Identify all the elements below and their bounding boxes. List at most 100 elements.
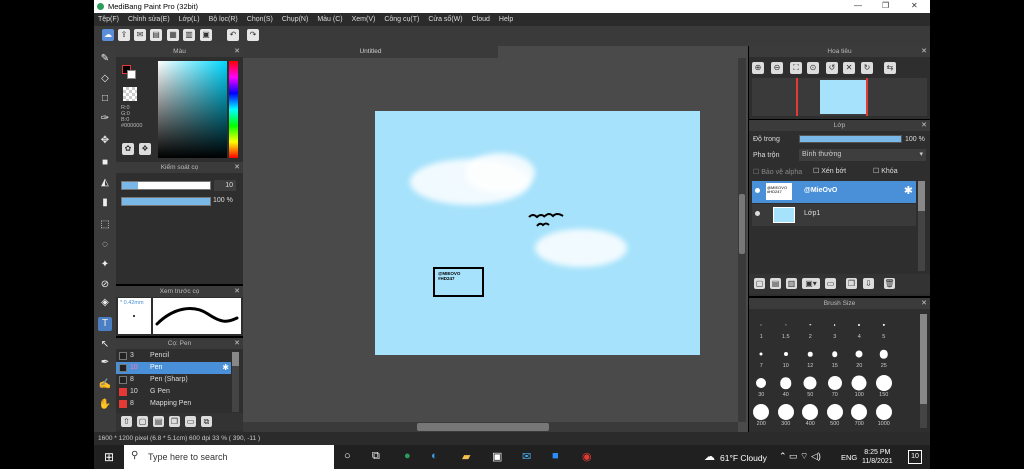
- export-brush-icon[interactable]: ⧉: [201, 416, 212, 427]
- brush-size-slider[interactable]: [121, 181, 211, 190]
- delete-layer-icon[interactable]: 🗑: [884, 278, 895, 289]
- brush-size-option[interactable]: 2: [798, 314, 823, 340]
- lasso-tool-icon[interactable]: ◌: [98, 238, 112, 252]
- eyedropper-tool-icon[interactable]: ✒: [98, 356, 112, 370]
- brush-size-option[interactable]: 500: [823, 401, 848, 427]
- notification-badge[interactable]: 10: [908, 450, 922, 464]
- grid-icon[interactable]: ▥: [183, 29, 195, 41]
- brush-tool-icon[interactable]: ✎: [98, 52, 112, 66]
- brush-size-option[interactable]: 20: [847, 343, 872, 369]
- clock[interactable]: 8:25 PM 11/8/2021: [862, 448, 893, 466]
- brush-size-option[interactable]: 200: [749, 401, 774, 427]
- menu-edit[interactable]: Chỉnh sửa(E): [128, 16, 170, 23]
- new-layer-8bit-icon[interactable]: ▤: [770, 278, 781, 289]
- layer-row-1[interactable]: @MIEOVO #HD247 @MieOvO ✱: [752, 181, 916, 203]
- file-explorer-icon[interactable]: ▰: [462, 450, 470, 463]
- brush-size-option[interactable]: 1: [749, 314, 774, 340]
- brush-opacity-value[interactable]: 100 %: [213, 197, 233, 204]
- drawing-canvas[interactable]: @MIEOVO #HD247: [375, 111, 700, 355]
- panel-close-icon[interactable]: ✕: [234, 286, 240, 297]
- add-brush-icon[interactable]: ⇧: [121, 416, 132, 427]
- brush-size-option[interactable]: 700: [847, 401, 872, 427]
- eraser-tool-icon[interactable]: ◇: [98, 72, 112, 86]
- panel-close-icon[interactable]: ✕: [921, 298, 927, 309]
- medibang-taskbar-icon[interactable]: ●: [404, 450, 411, 462]
- fit-icon[interactable]: ⛶: [790, 62, 802, 74]
- gear-icon[interactable]: ✱: [222, 362, 229, 374]
- brush-size-value[interactable]: 10: [214, 180, 236, 191]
- brush-item-pen[interactable]: 10 Pen ✱: [116, 362, 231, 374]
- brush-size-option[interactable]: 25: [872, 343, 897, 369]
- brush-size-option[interactable]: 150: [872, 372, 897, 398]
- select-tool-icon[interactable]: ⬚: [98, 218, 112, 232]
- brush-size-option[interactable]: 7: [749, 343, 774, 369]
- select-pen-icon[interactable]: ⊘: [98, 278, 112, 292]
- upload-icon[interactable]: ⇪: [118, 29, 130, 41]
- menu-snap[interactable]: Chụp(N): [282, 16, 308, 23]
- brush-size-option[interactable]: 1000: [872, 401, 897, 427]
- background-color-swatch[interactable]: [127, 70, 136, 79]
- operation-tool-icon[interactable]: ↖: [98, 338, 112, 352]
- brush-size-option[interactable]: 15: [823, 343, 848, 369]
- panel-close-icon[interactable]: ✕: [921, 46, 927, 57]
- brush-size-option[interactable]: 300: [774, 401, 799, 427]
- eye-icon[interactable]: [755, 188, 760, 193]
- transparent-color-swatch[interactable]: [123, 87, 137, 101]
- film-icon[interactable]: ▦: [167, 29, 179, 41]
- layer-folder-icon[interactable]: ▭: [825, 278, 836, 289]
- brush-size-option[interactable]: 30: [749, 372, 774, 398]
- select-eraser-icon[interactable]: ◈: [98, 296, 112, 310]
- brush-list-scrollbar[interactable]: [232, 352, 239, 412]
- language-indicator[interactable]: ENG: [841, 453, 857, 462]
- task-view-icon[interactable]: ⧉: [372, 450, 380, 463]
- bucket-tool-icon[interactable]: ◭: [98, 176, 112, 190]
- menu-tools[interactable]: Công cụ(T): [384, 16, 419, 23]
- edge-icon[interactable]: ◐: [431, 450, 438, 462]
- brush-size-option[interactable]: 4: [847, 314, 872, 340]
- select-pen-tool-icon[interactable]: ✑: [98, 112, 112, 126]
- brush-size-option[interactable]: 10: [774, 343, 799, 369]
- brush-size-option[interactable]: 1.5: [774, 314, 799, 340]
- new-brush-icon[interactable]: ▢: [137, 416, 148, 427]
- add-layer-menu-icon[interactable]: ▣▾: [802, 278, 820, 289]
- chrome-icon[interactable]: ◉: [582, 450, 592, 463]
- brush-item-pencil[interactable]: 3 Pencil: [116, 350, 231, 362]
- clipping-checkbox[interactable]: ☐ Xén bớt: [813, 167, 846, 175]
- tray-icons[interactable]: ⌃ ▭ ⌔ ◁): [779, 451, 821, 462]
- color-saturation-picker[interactable]: [158, 61, 227, 158]
- menu-filter[interactable]: Bộ lọc(R): [209, 16, 238, 23]
- taskbar-search[interactable]: ⚲ Type here to search: [124, 445, 334, 469]
- store-icon[interactable]: ▣: [492, 450, 502, 463]
- menu-cloud[interactable]: Cloud: [472, 16, 490, 23]
- brush-size-option[interactable]: 70: [823, 372, 848, 398]
- rectangle-tool-icon[interactable]: □: [98, 92, 112, 106]
- brush-size-option[interactable]: 100: [847, 372, 872, 398]
- panel-close-icon[interactable]: ✕: [234, 338, 240, 349]
- mail-icon[interactable]: ✉: [522, 450, 531, 463]
- panel-close-icon[interactable]: ✕: [234, 46, 240, 57]
- page-icon[interactable]: ▣: [200, 29, 212, 41]
- protect-alpha-checkbox[interactable]: ☐ Bảo vệ alpha: [753, 168, 802, 176]
- layer-row-2[interactable]: Lớp1: [752, 204, 916, 226]
- eye-icon[interactable]: [755, 211, 760, 216]
- menu-color[interactable]: Màu (C): [317, 16, 342, 23]
- canvas-horizontal-scrollbar[interactable]: [243, 422, 738, 432]
- navigator-thumbnail[interactable]: [752, 78, 927, 116]
- fullscreen-icon[interactable]: ✕: [843, 62, 855, 74]
- duplicate-brush-icon[interactable]: ❐: [169, 416, 180, 427]
- magic-wand-icon[interactable]: ✦: [98, 258, 112, 272]
- menu-layer[interactable]: Lớp(L): [179, 16, 200, 23]
- rotate-left-icon[interactable]: ↺: [826, 62, 838, 74]
- fill-rect-tool-icon[interactable]: ■: [98, 156, 112, 170]
- weather-text[interactable]: 61°F Cloudy: [720, 453, 767, 463]
- panel-close-icon[interactable]: ✕: [921, 120, 927, 131]
- duplicate-layer-icon[interactable]: ❐: [846, 278, 857, 289]
- merge-down-icon[interactable]: ⇩: [863, 278, 874, 289]
- zoom-icon[interactable]: ■: [552, 450, 559, 462]
- lock-checkbox[interactable]: ☐ Khóa: [873, 167, 898, 175]
- layer-opacity-value[interactable]: 100 %: [905, 136, 925, 143]
- brush-size-scrollbar[interactable]: [920, 314, 927, 428]
- blend-mode-select[interactable]: Bình thường ▾: [799, 149, 926, 161]
- undo-icon[interactable]: ↶: [227, 29, 239, 41]
- menu-file[interactable]: Tệp(F): [98, 16, 119, 23]
